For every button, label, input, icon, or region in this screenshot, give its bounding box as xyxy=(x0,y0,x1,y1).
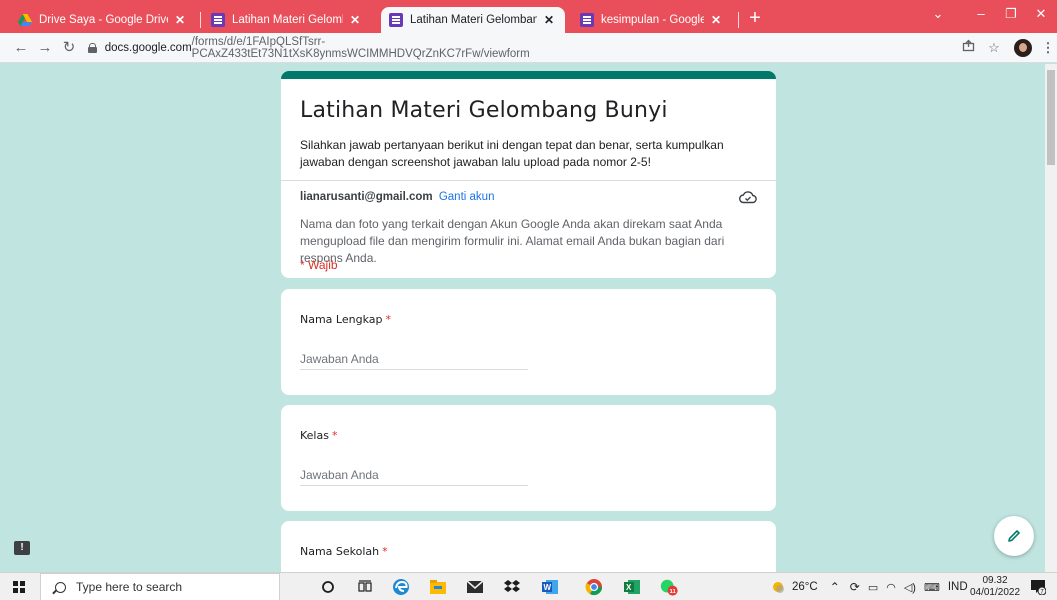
tab-latihan-materi-1[interactable]: Latihan Materi Gelombang Bunyi ✕ xyxy=(203,7,371,33)
answer-input-kelas[interactable] xyxy=(300,465,528,486)
google-forms-icon xyxy=(580,13,594,27)
question-label: Nama Lengkap * xyxy=(300,313,391,326)
question-label: Kelas * xyxy=(300,429,337,442)
required-asterisk: * xyxy=(385,313,391,326)
page-scrollbar[interactable] xyxy=(1045,64,1057,572)
show-hidden-icons-icon[interactable]: ⌃ xyxy=(830,580,840,594)
notification-center-icon[interactable]: 7 xyxy=(1030,579,1046,595)
tab-close-icon[interactable]: ✕ xyxy=(347,13,363,27)
tab-latihan-materi-active[interactable]: Latihan Materi Gelombang Bunyi ✕ xyxy=(381,7,565,33)
taskbar-search-box[interactable]: Type here to search xyxy=(40,573,280,600)
profile-avatar[interactable] xyxy=(1014,39,1032,57)
task-view-icon[interactable] xyxy=(355,577,375,597)
edge-icon[interactable] xyxy=(391,577,411,597)
whatsapp-badge: 11 xyxy=(670,589,677,595)
question-text: Kelas xyxy=(300,429,329,442)
volume-icon[interactable]: ◁) xyxy=(904,581,916,594)
page-viewport: Latihan Materi Gelombang Bunyi Silahkan … xyxy=(0,64,1057,572)
excel-icon[interactable]: X xyxy=(622,577,642,597)
answer-input-nama-lengkap[interactable] xyxy=(300,349,528,370)
tab-separator xyxy=(738,12,739,28)
clock-time: 09.32 xyxy=(982,575,1008,586)
question-card-nama-sekolah: Nama Sekolah * xyxy=(281,521,776,572)
taskbar-clock[interactable]: 09.32 04/01/2022 xyxy=(965,575,1025,599)
tab-close-icon[interactable]: ✕ xyxy=(172,13,188,27)
tab-title: kesimpulan - Google Formulir xyxy=(601,14,704,26)
wifi-icon[interactable]: ◠ xyxy=(886,581,896,594)
whatsapp-icon[interactable]: 11 xyxy=(659,577,679,597)
tab-title: Latihan Materi Gelombang Bunyi xyxy=(232,14,343,26)
question-card-kelas: Kelas * xyxy=(281,405,776,511)
scrollbar-thumb[interactable] xyxy=(1047,70,1055,165)
divider xyxy=(281,180,776,181)
browser-tab-strip: Drive Saya - Google Drive ✕ Latihan Mate… xyxy=(0,0,1057,33)
tab-search-icon[interactable]: ⌄ xyxy=(923,4,953,24)
form-description: Silahkan jawab pertanyaan berikut ini de… xyxy=(300,138,724,169)
forward-icon[interactable]: → xyxy=(34,37,56,59)
search-icon xyxy=(55,581,66,593)
tab-close-icon[interactable]: ✕ xyxy=(541,13,557,27)
tab-close-icon[interactable]: ✕ xyxy=(708,13,724,27)
keyboard-icon[interactable]: ⌨ xyxy=(924,581,940,594)
cloud-saved-icon xyxy=(739,191,757,204)
new-tab-button[interactable]: + xyxy=(743,7,767,31)
close-window-icon[interactable]: ✕ xyxy=(1026,4,1056,24)
pencil-icon xyxy=(1008,530,1020,542)
weather-temperature[interactable]: 26°C xyxy=(792,581,818,593)
system-tray: 26°C ⌃ ⟳ ▭ ◠ ◁) ⌨ IND xyxy=(770,573,968,600)
back-icon[interactable]: ← xyxy=(10,37,32,59)
onedrive-sync-icon[interactable]: ⟳ xyxy=(850,580,860,594)
google-forms-icon xyxy=(211,13,225,27)
windows-start-icon[interactable] xyxy=(13,581,25,593)
account-privacy-note: Nama dan foto yang terkait dengan Akun G… xyxy=(300,217,725,265)
chrome-icon[interactable] xyxy=(584,577,604,597)
google-drive-icon xyxy=(18,13,32,27)
url-path: /forms/d/e/1FAIpQLSfTsrr-PCAxZ433tEt73N1… xyxy=(191,36,530,60)
word-icon[interactable]: W xyxy=(540,577,560,597)
form-header-card: Latihan Materi Gelombang Bunyi Silahkan … xyxy=(281,71,776,278)
reload-icon[interactable]: ↻ xyxy=(58,37,80,59)
edit-pencil-button[interactable] xyxy=(994,516,1034,556)
dropbox-icon[interactable] xyxy=(502,577,522,597)
address-bar[interactable]: docs.google.com/forms/d/e/1FAIpQLSfTsrr-… xyxy=(88,36,648,60)
tab-title: Drive Saya - Google Drive xyxy=(39,14,168,26)
weather-icon[interactable] xyxy=(770,579,786,595)
required-asterisk: * xyxy=(331,429,338,442)
clock-date: 04/01/2022 xyxy=(969,587,1021,598)
battery-icon[interactable]: ▭ xyxy=(868,581,878,594)
minimize-icon[interactable]: – xyxy=(966,4,996,24)
question-card-nama-lengkap: Nama Lengkap * xyxy=(281,289,776,395)
switch-account-link[interactable]: Ganti akun xyxy=(439,191,495,203)
question-label: Nama Sekolah * xyxy=(300,545,388,558)
required-note: * Wajib xyxy=(300,258,338,272)
browser-toolbar: ← → ↻ docs.google.com/forms/d/e/1FAIpQLS… xyxy=(0,33,1057,63)
google-forms-icon xyxy=(389,13,403,27)
taskbar-search-placeholder: Type here to search xyxy=(76,580,183,594)
url-host: docs.google.com xyxy=(104,42,192,54)
menu-kebab-icon[interactable]: ⋮ xyxy=(1038,38,1057,58)
form-title: Latihan Materi Gelombang Bunyi xyxy=(300,98,668,123)
required-asterisk: * xyxy=(382,545,388,558)
share-icon[interactable] xyxy=(958,38,978,58)
mail-icon[interactable] xyxy=(465,577,485,597)
restore-icon[interactable]: ❐ xyxy=(996,4,1026,24)
svg-text:X: X xyxy=(626,583,632,592)
bookmark-star-icon[interactable]: ☆ xyxy=(984,38,1004,58)
tab-kesimpulan[interactable]: kesimpulan - Google Formulir ✕ xyxy=(572,7,732,33)
tab-separator xyxy=(200,12,201,28)
account-email: lianarusanti@gmail.com xyxy=(300,191,433,203)
tab-title: Latihan Materi Gelombang Bunyi xyxy=(410,14,537,26)
cortana-icon[interactable] xyxy=(318,577,338,597)
tab-google-drive[interactable]: Drive Saya - Google Drive ✕ xyxy=(10,7,196,33)
account-row: lianarusanti@gmail.com Ganti akun xyxy=(300,191,494,203)
question-text: Nama Lengkap xyxy=(300,313,383,326)
report-feedback-icon[interactable]: ! xyxy=(14,541,30,555)
lock-icon xyxy=(88,43,97,53)
svg-text:W: W xyxy=(544,583,552,592)
file-explorer-icon[interactable] xyxy=(428,577,448,597)
question-text: Nama Sekolah xyxy=(300,545,380,558)
windows-taskbar: Type here to search W X 11 26°C ⌃ ⟳ ▭ ◠ … xyxy=(0,572,1057,600)
